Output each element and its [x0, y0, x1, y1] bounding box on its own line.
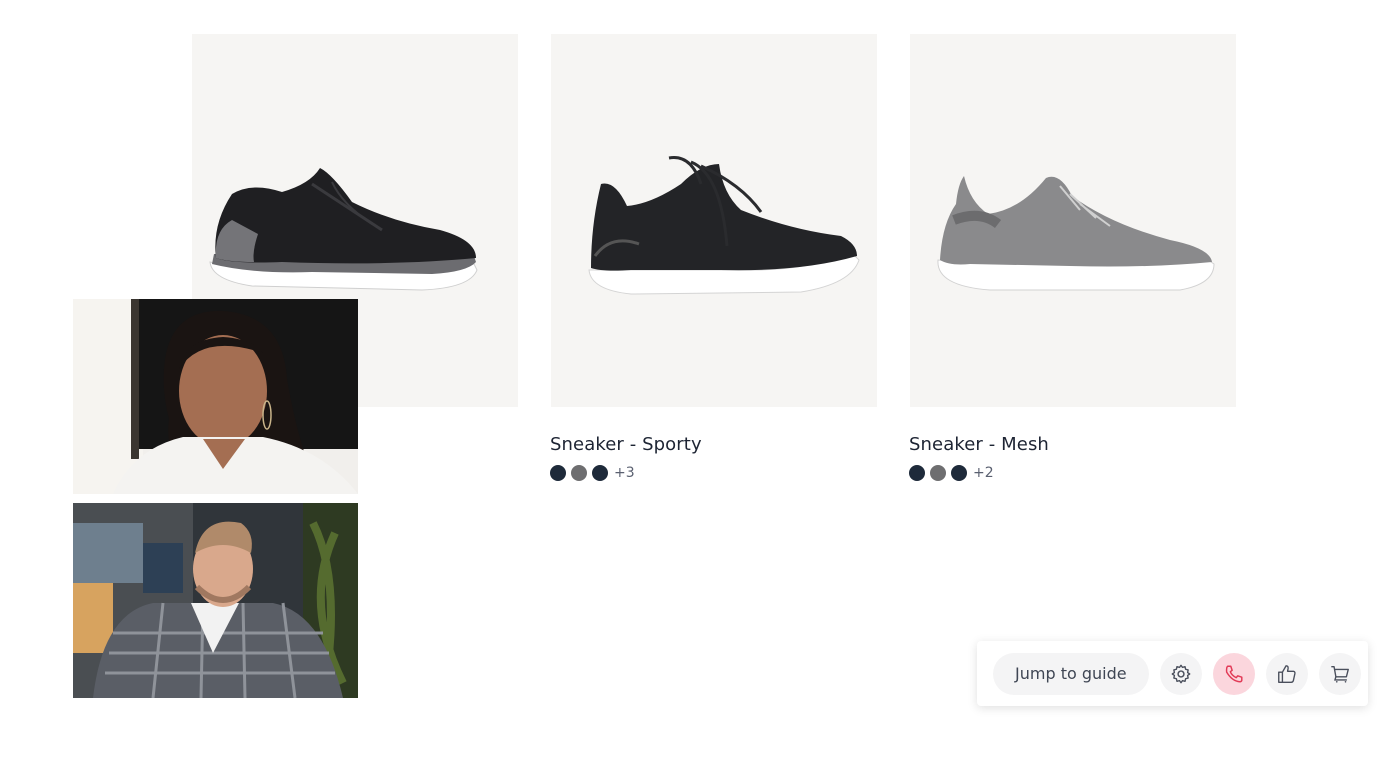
video-tile-host[interactable]: [73, 503, 358, 698]
video-tile-guest[interactable]: [73, 299, 358, 494]
call-control-bar: Jump to guide: [977, 641, 1368, 706]
product-card[interactable]: Sneaker - Mesh +2: [909, 34, 1236, 481]
color-swatches: +2: [909, 465, 1236, 481]
color-swatch[interactable]: [550, 465, 566, 481]
cart-button[interactable]: [1318, 652, 1361, 695]
like-button[interactable]: [1265, 652, 1308, 695]
cart-icon: [1330, 665, 1349, 683]
sneaker-image: [937, 176, 1215, 291]
color-swatch[interactable]: [592, 465, 608, 481]
product-image[interactable]: [551, 34, 877, 407]
thumbs-up-icon: [1277, 664, 1296, 683]
color-swatch[interactable]: [951, 465, 967, 481]
phone-icon: [1225, 664, 1243, 683]
gear-icon: [1171, 664, 1190, 683]
participant-video: [73, 503, 358, 698]
sneaker-image: [588, 156, 860, 295]
product-image[interactable]: [910, 34, 1236, 407]
product-card[interactable]: Sneaker - Sporty +3: [550, 34, 877, 481]
settings-button[interactable]: [1159, 652, 1202, 695]
product-name[interactable]: Sneaker - Mesh: [909, 434, 1236, 455]
product-name[interactable]: Sneaker - Sporty: [550, 434, 877, 455]
more-colors-count: +2: [973, 465, 994, 481]
jump-to-guide-button[interactable]: Jump to guide: [993, 652, 1149, 695]
color-swatch[interactable]: [930, 465, 946, 481]
color-swatch[interactable]: [571, 465, 587, 481]
more-colors-count: +3: [614, 465, 635, 481]
participant-video: [73, 299, 358, 494]
end-call-button[interactable]: [1212, 652, 1255, 695]
color-swatches: +3: [550, 465, 877, 481]
color-swatch[interactable]: [909, 465, 925, 481]
